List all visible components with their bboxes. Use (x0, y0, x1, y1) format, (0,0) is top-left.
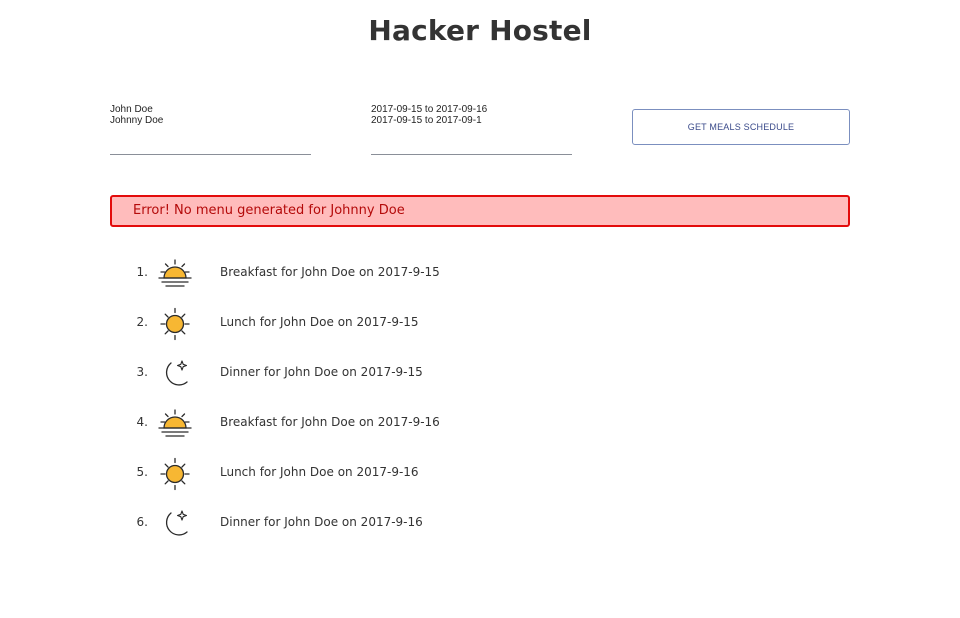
meal-number: 6. (136, 515, 148, 529)
meal-number: 5. (136, 465, 148, 479)
meal-description: Lunch for John Doe on 2017-9-16 (220, 465, 419, 479)
meal-list-item: 3. Dinner for John Doe on 2017-9-15 (0, 348, 960, 398)
meal-number: 1. (136, 265, 148, 279)
guest-names-textarea[interactable]: John Doe Johnny Doe (110, 103, 311, 155)
error-alert: Error! No menu generated for Johnny Doe (110, 195, 850, 227)
sunrise-icon (156, 407, 194, 441)
page-title: Hacker Hostel (368, 14, 592, 47)
meal-number: 2. (136, 315, 148, 329)
meal-list-item: 5. Lunch for John Doe on 2017-9-16 (0, 448, 960, 498)
meal-description: Breakfast for John Doe on 2017-9-15 (220, 265, 440, 279)
meal-description: Dinner for John Doe on 2017-9-15 (220, 365, 423, 379)
meal-number: 4. (136, 415, 148, 429)
meal-list-item: 1. Breakfast for John Doe on 2017-9-15 (0, 248, 960, 298)
meal-list-item: 6. Dinner for John Doe on 2017-9-16 (0, 498, 960, 548)
meal-list-item: 2. Lunch for John Doe on 2017-9-15 (0, 298, 960, 348)
sun-icon (156, 457, 194, 491)
get-meals-schedule-button[interactable]: GET MEALS SCHEDULE (632, 109, 850, 145)
meal-list-item: 4. Breakfast for John Doe on 2017-9-16 (0, 398, 960, 448)
meal-description: Dinner for John Doe on 2017-9-16 (220, 515, 423, 529)
moon-icon (156, 507, 194, 541)
meal-number: 3. (136, 365, 148, 379)
sun-icon (156, 307, 194, 341)
meal-description: Breakfast for John Doe on 2017-9-16 (220, 415, 440, 429)
meal-description: Lunch for John Doe on 2017-9-15 (220, 315, 419, 329)
error-message: Error! No menu generated for Johnny Doe (133, 203, 405, 218)
moon-icon (156, 357, 194, 391)
sunrise-icon (156, 257, 194, 291)
date-ranges-textarea[interactable]: 2017-09-15 to 2017-09-16 2017-09-15 to 2… (371, 103, 572, 155)
